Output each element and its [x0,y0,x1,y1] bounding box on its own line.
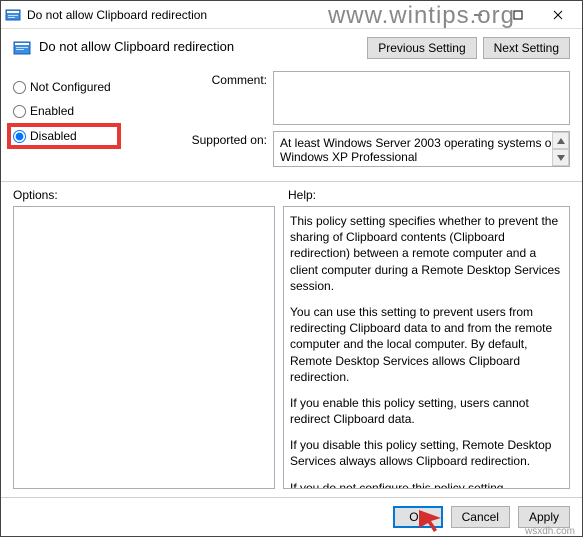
radio-enabled-label: Enabled [30,104,74,118]
close-icon [553,10,563,20]
supported-text: At least Windows Server 2003 operating s… [280,136,555,164]
chevron-up-icon [557,138,565,144]
scroll-up-button[interactable] [552,132,569,149]
minimize-icon [473,10,483,20]
arrow-cursor-icon [419,510,441,532]
watermark-small: wsxdh.com [525,526,575,537]
comment-row: Comment: [187,71,570,125]
divider [1,181,582,182]
titlebar: Do not allow Clipboard redirection [1,1,582,29]
scroll-down-button[interactable] [552,149,569,166]
radio-enabled[interactable]: Enabled [13,99,177,123]
comment-label: Comment: [187,71,273,87]
supported-row: Supported on: At least Windows Server 20… [187,131,570,167]
radio-not-configured-input[interactable] [13,81,26,94]
maximize-button[interactable] [498,1,538,29]
supported-label: Supported on: [187,131,273,147]
cancel-button[interactable]: Cancel [451,506,510,528]
minimize-button[interactable] [458,1,498,29]
help-text: If you disable this policy setting, Remo… [290,437,561,469]
close-button[interactable] [538,1,578,29]
header: Do not allow Clipboard redirection Previ… [1,29,582,71]
top-grid: Not Configured Enabled Disabled Comment:… [1,71,582,179]
policy-icon [5,7,21,23]
policy-icon [13,39,31,57]
radio-disabled[interactable]: Disabled [7,123,121,149]
help-text: You can use this setting to prevent user… [290,304,561,385]
next-setting-button[interactable]: Next Setting [483,37,570,59]
radio-enabled-input[interactable] [13,105,26,118]
content-panes: This policy setting specifies whether to… [1,202,582,497]
settings-column: Comment: Supported on: At least Windows … [187,71,570,173]
policy-dialog: Do not allow Clipboard redirection Do no… [0,0,583,537]
previous-setting-button[interactable]: Previous Setting [367,37,476,59]
radio-not-configured-label: Not Configured [30,80,111,94]
nav-buttons: Previous Setting Next Setting [367,37,570,59]
pane-labels: Options: Help: [1,188,582,202]
comment-input[interactable] [273,71,570,125]
radio-not-configured[interactable]: Not Configured [13,75,177,99]
window-title: Do not allow Clipboard redirection [27,8,458,22]
help-label: Help: [288,188,570,202]
maximize-icon [513,10,523,20]
radio-disabled-input[interactable] [13,130,26,143]
help-text: This policy setting specifies whether to… [290,213,561,294]
state-radios: Not Configured Enabled Disabled [13,71,177,173]
help-text: If you enable this policy setting, users… [290,395,561,427]
help-text: If you do not configure this policy sett… [290,480,561,489]
chevron-down-icon [557,155,565,161]
policy-title: Do not allow Clipboard redirection [39,37,359,54]
radio-disabled-label: Disabled [30,129,77,143]
footer: OK Cancel Apply [1,497,582,536]
options-label: Options: [13,188,278,202]
options-pane [13,206,275,489]
help-pane: This policy setting specifies whether to… [283,206,570,489]
apply-button[interactable]: Apply [518,506,570,528]
supported-box: At least Windows Server 2003 operating s… [273,131,570,167]
